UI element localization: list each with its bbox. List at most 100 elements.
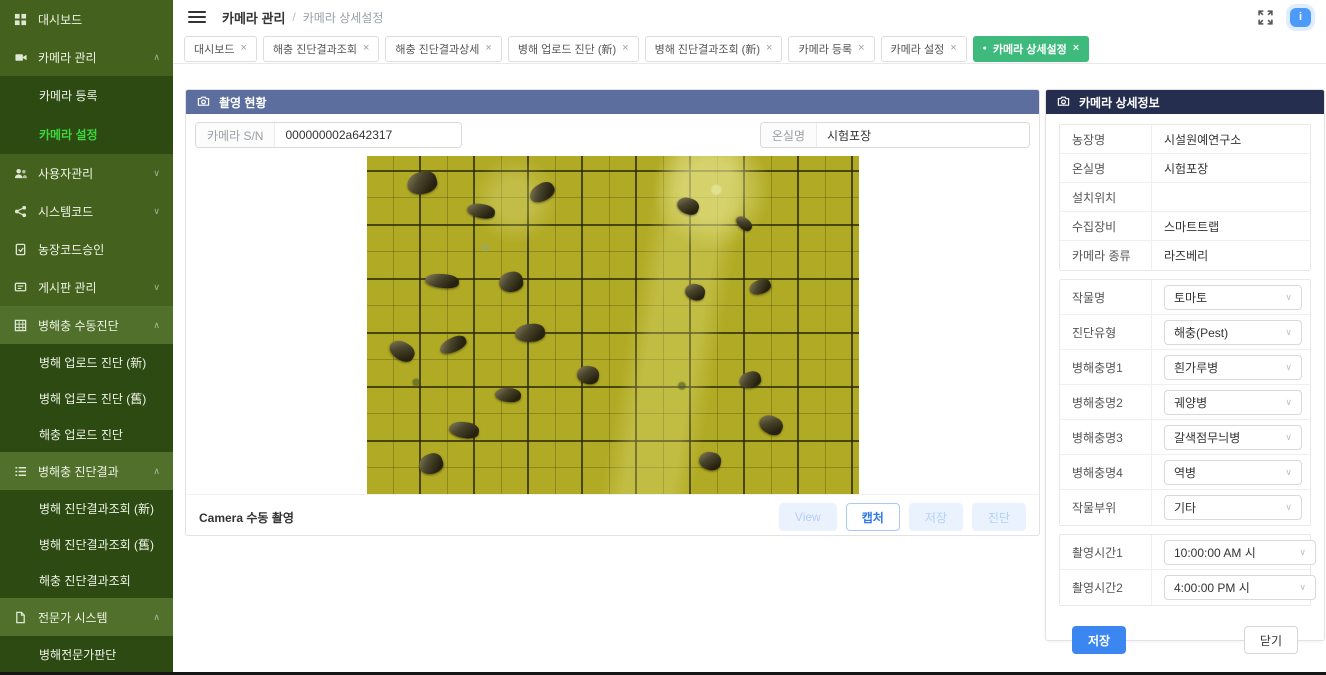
pest-name-2-select[interactable]: 궤양병 ∨ xyxy=(1164,390,1302,415)
list-icon xyxy=(13,465,28,478)
insect xyxy=(674,195,700,218)
sidebar-item-farm-code-approval[interactable]: 농장코드승인 xyxy=(0,230,173,268)
view-button[interactable]: View xyxy=(779,503,837,531)
tab-camera-register[interactable]: 카메라 등록 × xyxy=(788,36,874,62)
pest-name-1-select[interactable]: 흰가루병 ∨ xyxy=(1164,355,1302,380)
capture-time-2-select[interactable]: 4:00:00 PM 시 ∨ xyxy=(1164,575,1316,600)
capture-time-1-select[interactable]: 10:00:00 AM 시 ∨ xyxy=(1164,540,1316,565)
pest-name-4-select[interactable]: 역병 ∨ xyxy=(1164,460,1302,485)
tab-disease-result-new[interactable]: 병해 진단결과조회 (新) × xyxy=(645,36,783,62)
row-label: 작물명 xyxy=(1060,280,1152,314)
fullscreen-icon[interactable] xyxy=(1257,9,1274,26)
capture-time-table: 촬영시간1 10:00:00 AM 시 ∨ 촬영시간2 xyxy=(1059,534,1311,606)
sidebar-submenu-expert: 병해전문가판단 xyxy=(0,636,173,675)
close-icon[interactable]: × xyxy=(858,43,864,54)
breadcrumb-section[interactable]: 카메라 관리 xyxy=(222,8,285,27)
app-window: 대시보드 카메라 관리 ∧ 카메라 등록 카메라 설정 사용자관리 ∨ xyxy=(0,0,1326,675)
users-icon xyxy=(13,167,28,180)
chevron-up-icon: ∧ xyxy=(153,466,160,477)
tab-camera-settings[interactable]: 카메라 설정 × xyxy=(881,36,967,62)
tab-camera-detail-settings[interactable]: ● 카메라 상세설정 × xyxy=(973,36,1090,62)
table-row: 농장명 시설원예연구소 xyxy=(1060,125,1310,154)
sidebar-item-pest-result[interactable]: 해충 진단결과조회 xyxy=(0,562,173,598)
camera-sn-input[interactable] xyxy=(275,123,461,147)
chat-info-icon[interactable]: i xyxy=(1290,8,1311,27)
sidebar-label: 카메라 등록 xyxy=(39,87,98,104)
row-label: 촬영시간1 xyxy=(1060,535,1152,569)
sidebar-item-system-code[interactable]: 시스템코드 ∨ xyxy=(0,192,173,230)
sidebar-item-expert-system[interactable]: 전문가 시스템 ∧ xyxy=(0,598,173,636)
tab-dashboard[interactable]: 대시보드 × xyxy=(184,36,257,62)
row-label: 수집장비 xyxy=(1060,212,1152,240)
diagnose-button[interactable]: 진단 xyxy=(972,503,1026,531)
sidebar-item-camera-register[interactable]: 카메라 등록 xyxy=(0,76,173,115)
sidebar-label: 게시판 관리 xyxy=(38,279,97,296)
close-icon[interactable]: × xyxy=(240,43,246,54)
camera-detail-panel: 카메라 상세정보 농장명 시설원예연구소 온실명 시험포장 설치위치 xyxy=(1045,89,1325,641)
row-label: 설치위치 xyxy=(1060,183,1152,211)
save-settings-button[interactable]: 저장 xyxy=(1072,626,1126,654)
sidebar-item-disease-result-new[interactable]: 병해 진단결과조회 (新) xyxy=(0,490,173,526)
chevron-down-icon: ∨ xyxy=(153,282,160,293)
pest-name-3-select[interactable]: 갈색점무늬병 ∨ xyxy=(1164,425,1302,450)
sidebar-item-board-management[interactable]: 게시판 관리 ∨ xyxy=(0,268,173,306)
breadcrumb-page: 카메라 상세설정 xyxy=(303,9,384,26)
close-panel-button[interactable]: 닫기 xyxy=(1244,626,1298,654)
detail-actions: 저장 닫기 xyxy=(1059,614,1311,654)
sidebar-item-camera-management[interactable]: 카메라 관리 ∧ xyxy=(0,38,173,76)
chevron-up-icon: ∧ xyxy=(153,612,160,623)
tab-label: 병해 진단결과조회 (新) xyxy=(655,41,760,57)
sidebar-label: 전문가 시스템 xyxy=(38,609,108,626)
active-tab-dot: ● xyxy=(983,45,987,52)
sidebar-label: 병해전문가판단 xyxy=(39,646,116,663)
capture-footer: Camera 수동 촬영 View 캡처 저장 진단 xyxy=(186,494,1039,539)
sidebar-label: 병해충 수동진단 xyxy=(38,317,119,334)
greenhouse-input[interactable] xyxy=(817,123,1029,147)
close-icon[interactable]: × xyxy=(363,43,369,54)
insect xyxy=(733,214,754,234)
table-row: 촬영시간2 4:00:00 PM 시 ∨ xyxy=(1060,570,1310,605)
sidebar-item-disease-upload-new[interactable]: 병해 업로드 진단 (新) xyxy=(0,344,173,380)
table-row: 병해충명3 갈색점무늬병 ∨ xyxy=(1060,420,1310,455)
sidebar-item-camera-settings[interactable]: 카메라 설정 xyxy=(0,115,173,154)
sidebar-item-user-management[interactable]: 사용자관리 ∨ xyxy=(0,154,173,192)
row-value: 라즈베리 xyxy=(1152,241,1310,270)
select-value: 해충(Pest) xyxy=(1174,324,1228,341)
insect xyxy=(404,168,439,197)
row-value: 시험포장 xyxy=(1152,154,1310,182)
crop-part-select[interactable]: 기타 ∨ xyxy=(1164,495,1302,520)
row-value: 스마트트랩 xyxy=(1152,212,1310,240)
diagnosis-type-select[interactable]: 해충(Pest) ∨ xyxy=(1164,320,1302,345)
chevron-down-icon: ∨ xyxy=(1285,467,1292,478)
chevron-down-icon: ∨ xyxy=(1285,432,1292,443)
insect xyxy=(747,277,772,298)
select-value: 토마토 xyxy=(1174,289,1207,306)
sidebar-item-disease-expert-judgment[interactable]: 병해전문가판단 xyxy=(0,636,173,672)
save-capture-button[interactable]: 저장 xyxy=(909,503,963,531)
row-label: 농장명 xyxy=(1060,125,1152,153)
close-icon[interactable]: × xyxy=(766,43,772,54)
sidebar-item-pest-upload[interactable]: 해충 업로드 진단 xyxy=(0,416,173,452)
close-icon[interactable]: × xyxy=(950,43,956,54)
tab-pest-result-list[interactable]: 해충 진단결과조회 × xyxy=(263,36,379,62)
sidebar-item-disease-result-old[interactable]: 병해 진단결과조회 (舊) xyxy=(0,526,173,562)
grid-table-icon xyxy=(13,319,28,332)
capture-button[interactable]: 캡처 xyxy=(846,503,900,531)
dashboard-icon xyxy=(13,13,28,26)
sidebar-label: 병해 업로드 진단 (新) xyxy=(39,354,146,371)
insect xyxy=(497,270,524,294)
sidebar-item-dashboard[interactable]: 대시보드 xyxy=(0,0,173,38)
menu-icon[interactable] xyxy=(188,11,206,24)
sidebar-item-manual-diagnosis[interactable]: 병해충 수동진단 ∧ xyxy=(0,306,173,344)
crop-name-select[interactable]: 토마토 ∨ xyxy=(1164,285,1302,310)
sidebar-item-disease-upload-old[interactable]: 병해 업로드 진단 (舊) xyxy=(0,380,173,416)
tab-disease-upload-new[interactable]: 병해 업로드 진단 (新) × xyxy=(508,36,639,62)
close-icon[interactable]: × xyxy=(485,43,491,54)
sidebar-item-diagnosis-results[interactable]: 병해충 진단결과 ∧ xyxy=(0,452,173,490)
main-area: 카메라 관리 / 카메라 상세설정 i 대시보드 × xyxy=(173,0,1326,675)
close-icon[interactable]: × xyxy=(622,43,628,54)
table-row: 수집장비 스마트트랩 xyxy=(1060,212,1310,241)
tab-pest-result-detail[interactable]: 해충 진단결과상세 × xyxy=(385,36,501,62)
close-icon[interactable]: × xyxy=(1073,43,1079,54)
video-camera-icon xyxy=(13,51,28,64)
